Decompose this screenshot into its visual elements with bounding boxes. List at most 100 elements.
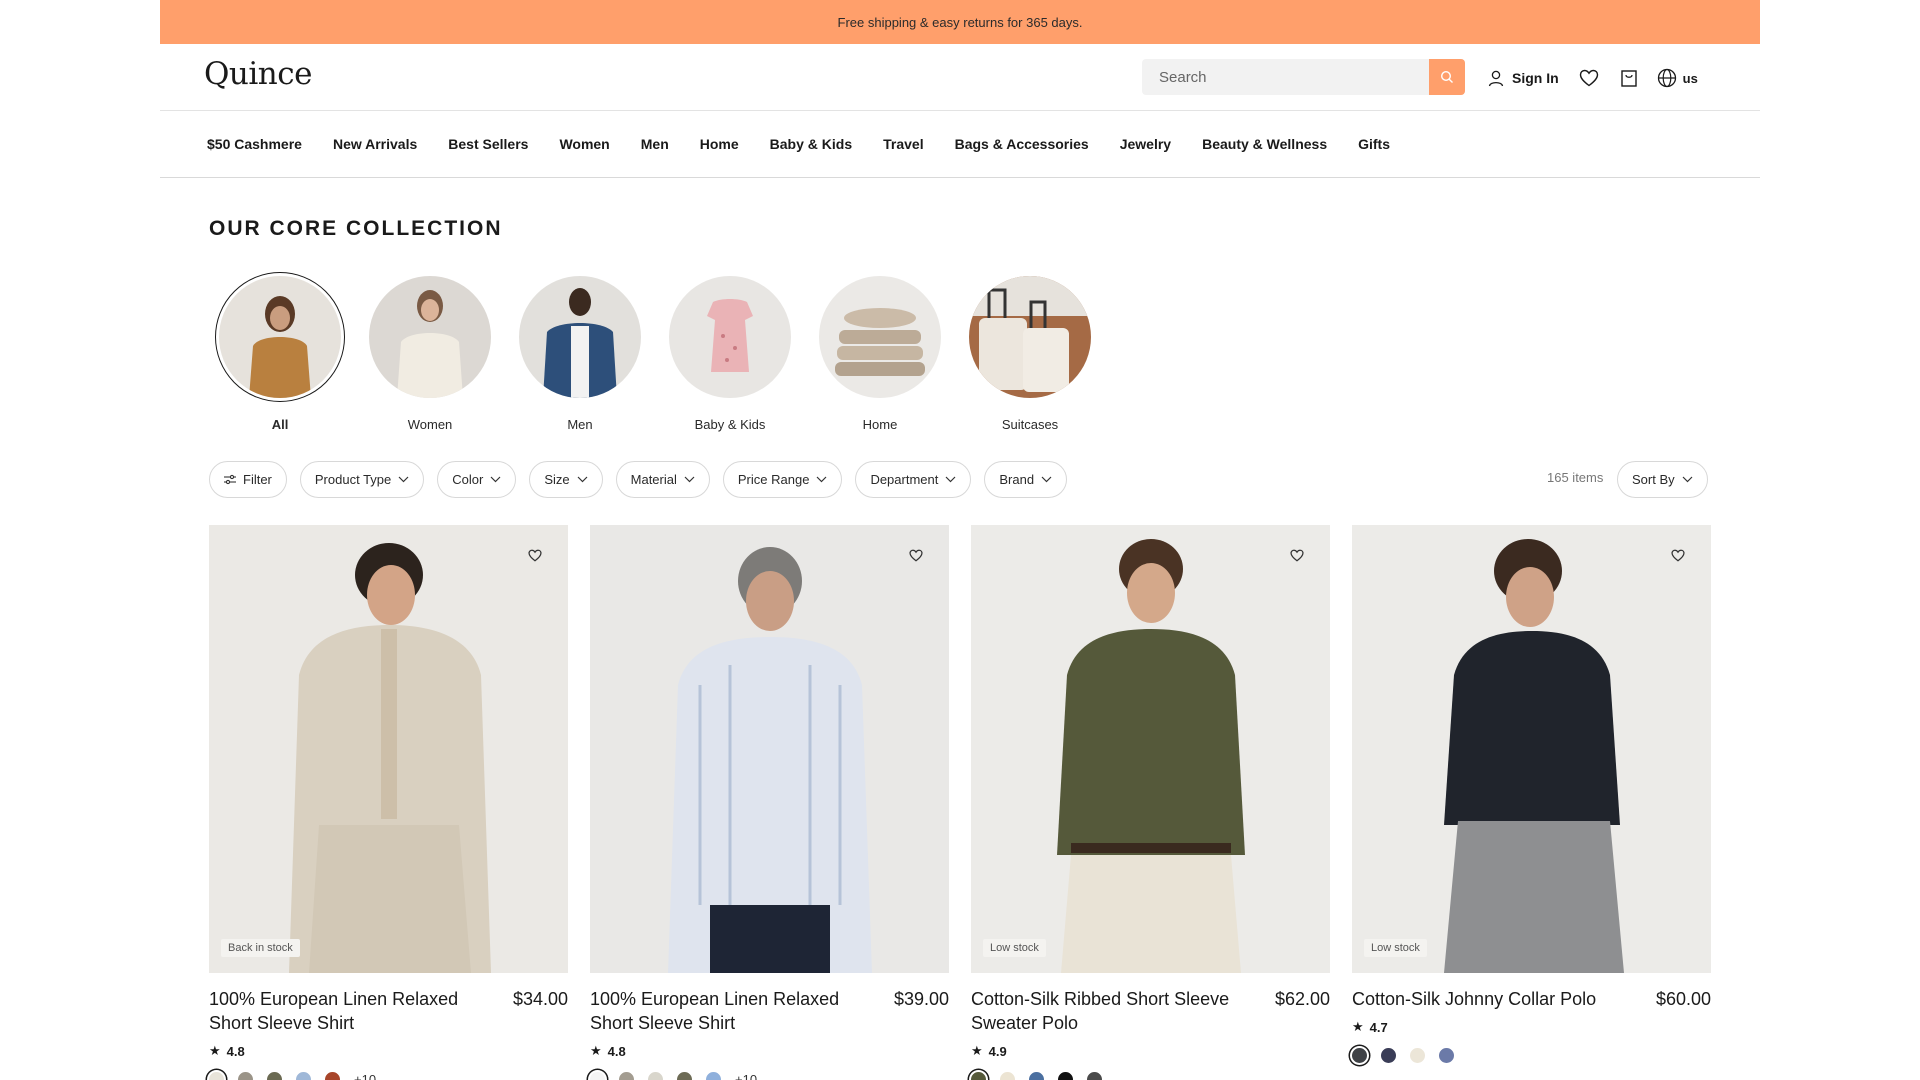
promo-banner[interactable]: Free shipping & easy returns for 365 day… — [160, 0, 1760, 44]
color-swatch[interactable] — [677, 1072, 692, 1080]
filter-brand[interactable]: Brand — [984, 461, 1068, 498]
logo[interactable]: Quince — [204, 56, 312, 92]
filter-label: Size — [544, 472, 570, 487]
category-label: Suitcases — [1001, 417, 1059, 432]
more-colors-link[interactable]: +10 — [735, 1072, 757, 1080]
search-input[interactable] — [1142, 59, 1428, 95]
product-image[interactable] — [590, 525, 949, 973]
sign-in-link[interactable]: Sign In — [1487, 69, 1559, 87]
category-label: Men — [567, 417, 593, 432]
nav-item-new-arrivals[interactable]: New Arrivals — [333, 136, 417, 152]
color-swatch[interactable] — [267, 1072, 282, 1080]
filter-color[interactable]: Color — [437, 461, 517, 498]
product-card[interactable]: 100% European Linen Relaxed Short Sleeve… — [590, 525, 949, 1080]
color-swatch[interactable] — [1029, 1072, 1044, 1080]
locale-selector[interactable]: us — [1657, 68, 1698, 88]
filter-label: Filter — [243, 472, 272, 487]
color-swatch[interactable] — [1352, 1048, 1367, 1063]
color-swatch[interactable] — [1381, 1048, 1396, 1063]
product-card[interactable]: Low stock Cotton-Silk Johnny Collar Polo… — [1352, 525, 1711, 1080]
color-swatch[interactable] — [209, 1072, 224, 1080]
product-image[interactable]: Low stock — [971, 525, 1330, 973]
nav-item-baby-kids[interactable]: Baby & Kids — [770, 136, 852, 152]
product-image[interactable]: Back in stock — [209, 525, 568, 973]
search-bar — [1142, 59, 1465, 95]
nav-item-men[interactable]: Men — [641, 136, 669, 152]
category-image — [219, 276, 341, 398]
category-baby-kids[interactable]: Baby & Kids — [655, 272, 805, 432]
category-women[interactable]: Women — [355, 272, 505, 432]
filter-product-type[interactable]: Product Type — [299, 461, 425, 498]
user-icon — [1488, 70, 1504, 87]
color-swatches — [1352, 1048, 1711, 1063]
color-swatch[interactable] — [1439, 1048, 1454, 1063]
color-swatch[interactable] — [296, 1072, 311, 1080]
nav-item-home[interactable]: Home — [700, 136, 739, 152]
search-button[interactable] — [1429, 59, 1465, 95]
wishlist-heart-button[interactable] — [1290, 549, 1306, 565]
wishlist-heart-button[interactable] — [1671, 549, 1687, 565]
nav-item-cashmere[interactable]: $50 Cashmere — [207, 136, 302, 152]
nav-item-travel[interactable]: Travel — [883, 136, 923, 152]
sort-by-dropdown[interactable]: Sort By — [1617, 461, 1708, 498]
color-swatch[interactable] — [706, 1072, 721, 1080]
nav-item-jewelry[interactable]: Jewelry — [1120, 136, 1171, 152]
color-swatch[interactable] — [238, 1072, 253, 1080]
wishlist-button[interactable] — [1577, 66, 1601, 90]
heart-icon — [1579, 69, 1598, 87]
nav-item-bags-accessories[interactable]: Bags & Accessories — [955, 136, 1089, 152]
nav-item-best-sellers[interactable]: Best Sellers — [448, 136, 528, 152]
globe-icon — [1657, 68, 1676, 88]
color-swatch[interactable] — [590, 1072, 605, 1080]
chevron-down-icon — [817, 476, 827, 483]
cart-button[interactable] — [1617, 66, 1641, 90]
color-swatch[interactable] — [619, 1072, 634, 1080]
product-price: $60.00 — [1655, 989, 1711, 1009]
search-icon — [1440, 70, 1453, 83]
color-swatch[interactable] — [325, 1072, 340, 1080]
shopping-bag-icon — [1620, 70, 1637, 87]
chevron-down-icon — [945, 476, 956, 483]
heart-icon — [909, 549, 923, 562]
category-men[interactable]: Men — [505, 272, 655, 432]
category-image — [369, 276, 491, 398]
filter-size[interactable]: Size — [529, 461, 603, 498]
color-swatch[interactable] — [971, 1072, 986, 1080]
filter-department[interactable]: Department — [855, 461, 972, 498]
chevron-down-icon — [1682, 476, 1693, 483]
color-swatch[interactable] — [1000, 1072, 1015, 1080]
color-swatch[interactable] — [1087, 1072, 1102, 1080]
wishlist-heart-button[interactable] — [909, 549, 925, 565]
color-swatch[interactable] — [1058, 1072, 1073, 1080]
product-image[interactable]: Low stock — [1352, 525, 1711, 973]
more-colors-link[interactable]: +10 — [354, 1072, 376, 1080]
filter-material[interactable]: Material — [615, 461, 710, 498]
stock-badge: Low stock — [983, 939, 1046, 957]
product-card[interactable]: Low stock Cotton-Silk Ribbed Short Sleev… — [971, 525, 1330, 1080]
site-header: Quince Sign In us — [160, 44, 1760, 111]
product-title[interactable]: Cotton-Silk Johnny Collar Polo — [1352, 987, 1642, 1011]
main-nav: $50 Cashmere New Arrivals Best Sellers W… — [160, 111, 1760, 178]
nav-item-women[interactable]: Women — [559, 136, 609, 152]
nav-item-gifts[interactable]: Gifts — [1358, 136, 1390, 152]
category-home[interactable]: Home — [805, 272, 955, 432]
color-swatch[interactable] — [1410, 1048, 1425, 1063]
filter-label: Material — [630, 472, 677, 487]
product-grid: Back in stock 100% European Linen Relaxe… — [209, 525, 1711, 1080]
color-swatch[interactable] — [648, 1072, 663, 1080]
product-card[interactable]: Back in stock 100% European Linen Relaxe… — [209, 525, 568, 1080]
filter-button[interactable]: Filter — [209, 461, 287, 498]
product-title[interactable]: 100% European Linen Relaxed Short Sleeve… — [590, 987, 880, 1035]
category-image — [819, 276, 941, 398]
product-title[interactable]: 100% European Linen Relaxed Short Sleeve… — [209, 987, 499, 1035]
category-suitcases[interactable]: Suitcases — [955, 272, 1105, 432]
product-price: $62.00 — [1274, 989, 1330, 1009]
sort-label: Sort By — [1632, 472, 1675, 487]
page: Free shipping & easy returns for 365 day… — [160, 0, 1760, 1080]
product-rating: ★ 4.7 — [1352, 1019, 1711, 1035]
category-all[interactable]: All — [205, 272, 355, 432]
wishlist-heart-button[interactable] — [528, 549, 544, 565]
filter-price-range[interactable]: Price Range — [722, 461, 843, 498]
product-title[interactable]: Cotton-Silk Ribbed Short Sleeve Sweater … — [971, 987, 1261, 1035]
nav-item-beauty-wellness[interactable]: Beauty & Wellness — [1202, 136, 1327, 152]
